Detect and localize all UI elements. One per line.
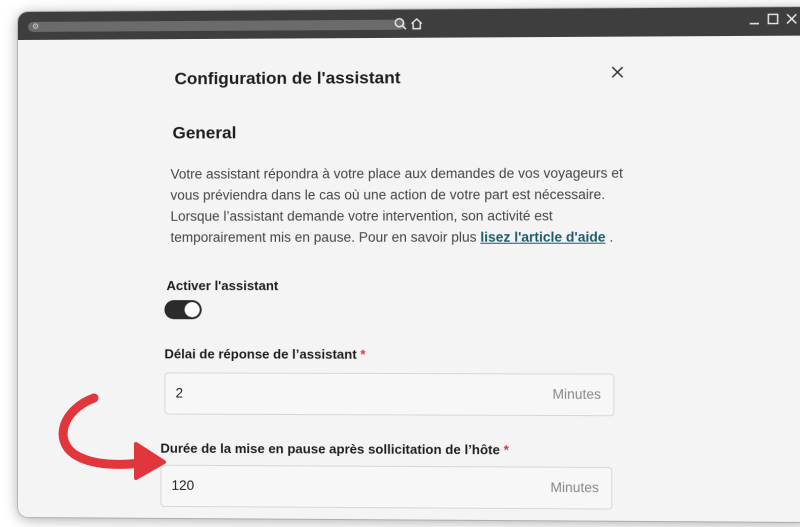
window-close-icon[interactable] <box>784 11 800 27</box>
close-icon[interactable] <box>610 65 624 79</box>
response-delay-unit: Minutes <box>552 386 602 402</box>
minimize-icon[interactable] <box>747 11 764 27</box>
response-delay-value: 2 <box>175 385 184 401</box>
pause-duration-label-text: Durée de la mise en pause après sollicit… <box>160 440 500 458</box>
pause-duration-value: 120 <box>171 477 195 493</box>
pause-duration-unit: Minutes <box>550 479 599 496</box>
description-text: Votre assistant répondra à votre place a… <box>170 162 628 247</box>
browser-titlebar: ⚙ <box>18 6 800 40</box>
maximize-icon[interactable] <box>765 11 782 27</box>
response-delay-label-text: Délai de réponse de l’assistant <box>164 346 357 362</box>
search-icon[interactable] <box>393 17 407 31</box>
section-title: General <box>172 123 237 143</box>
response-delay-input[interactable]: 2 Minutes <box>164 372 615 417</box>
annotation-arrow <box>58 393 166 480</box>
required-marker: * <box>503 442 509 458</box>
description-end: . <box>609 229 614 245</box>
response-delay-label: Délai de réponse de l’assistant * <box>164 346 365 362</box>
help-article-link[interactable]: lisez l'article d'aide <box>480 229 605 244</box>
home-icon[interactable] <box>410 17 424 31</box>
pause-duration-input[interactable]: 120 Minutes <box>160 464 613 510</box>
activate-assistant-label: Activer l'assistant <box>166 278 279 294</box>
address-bar[interactable]: ⚙ <box>27 19 406 32</box>
toggle-knob <box>184 302 200 318</box>
site-info-icon[interactable]: ⚙ <box>32 22 40 31</box>
pause-duration-label: Durée de la mise en pause après sollicit… <box>160 441 508 458</box>
activate-assistant-toggle[interactable] <box>164 300 202 320</box>
dialog-title: Configuration de l'assistant <box>174 68 401 89</box>
required-marker: * <box>360 346 366 362</box>
